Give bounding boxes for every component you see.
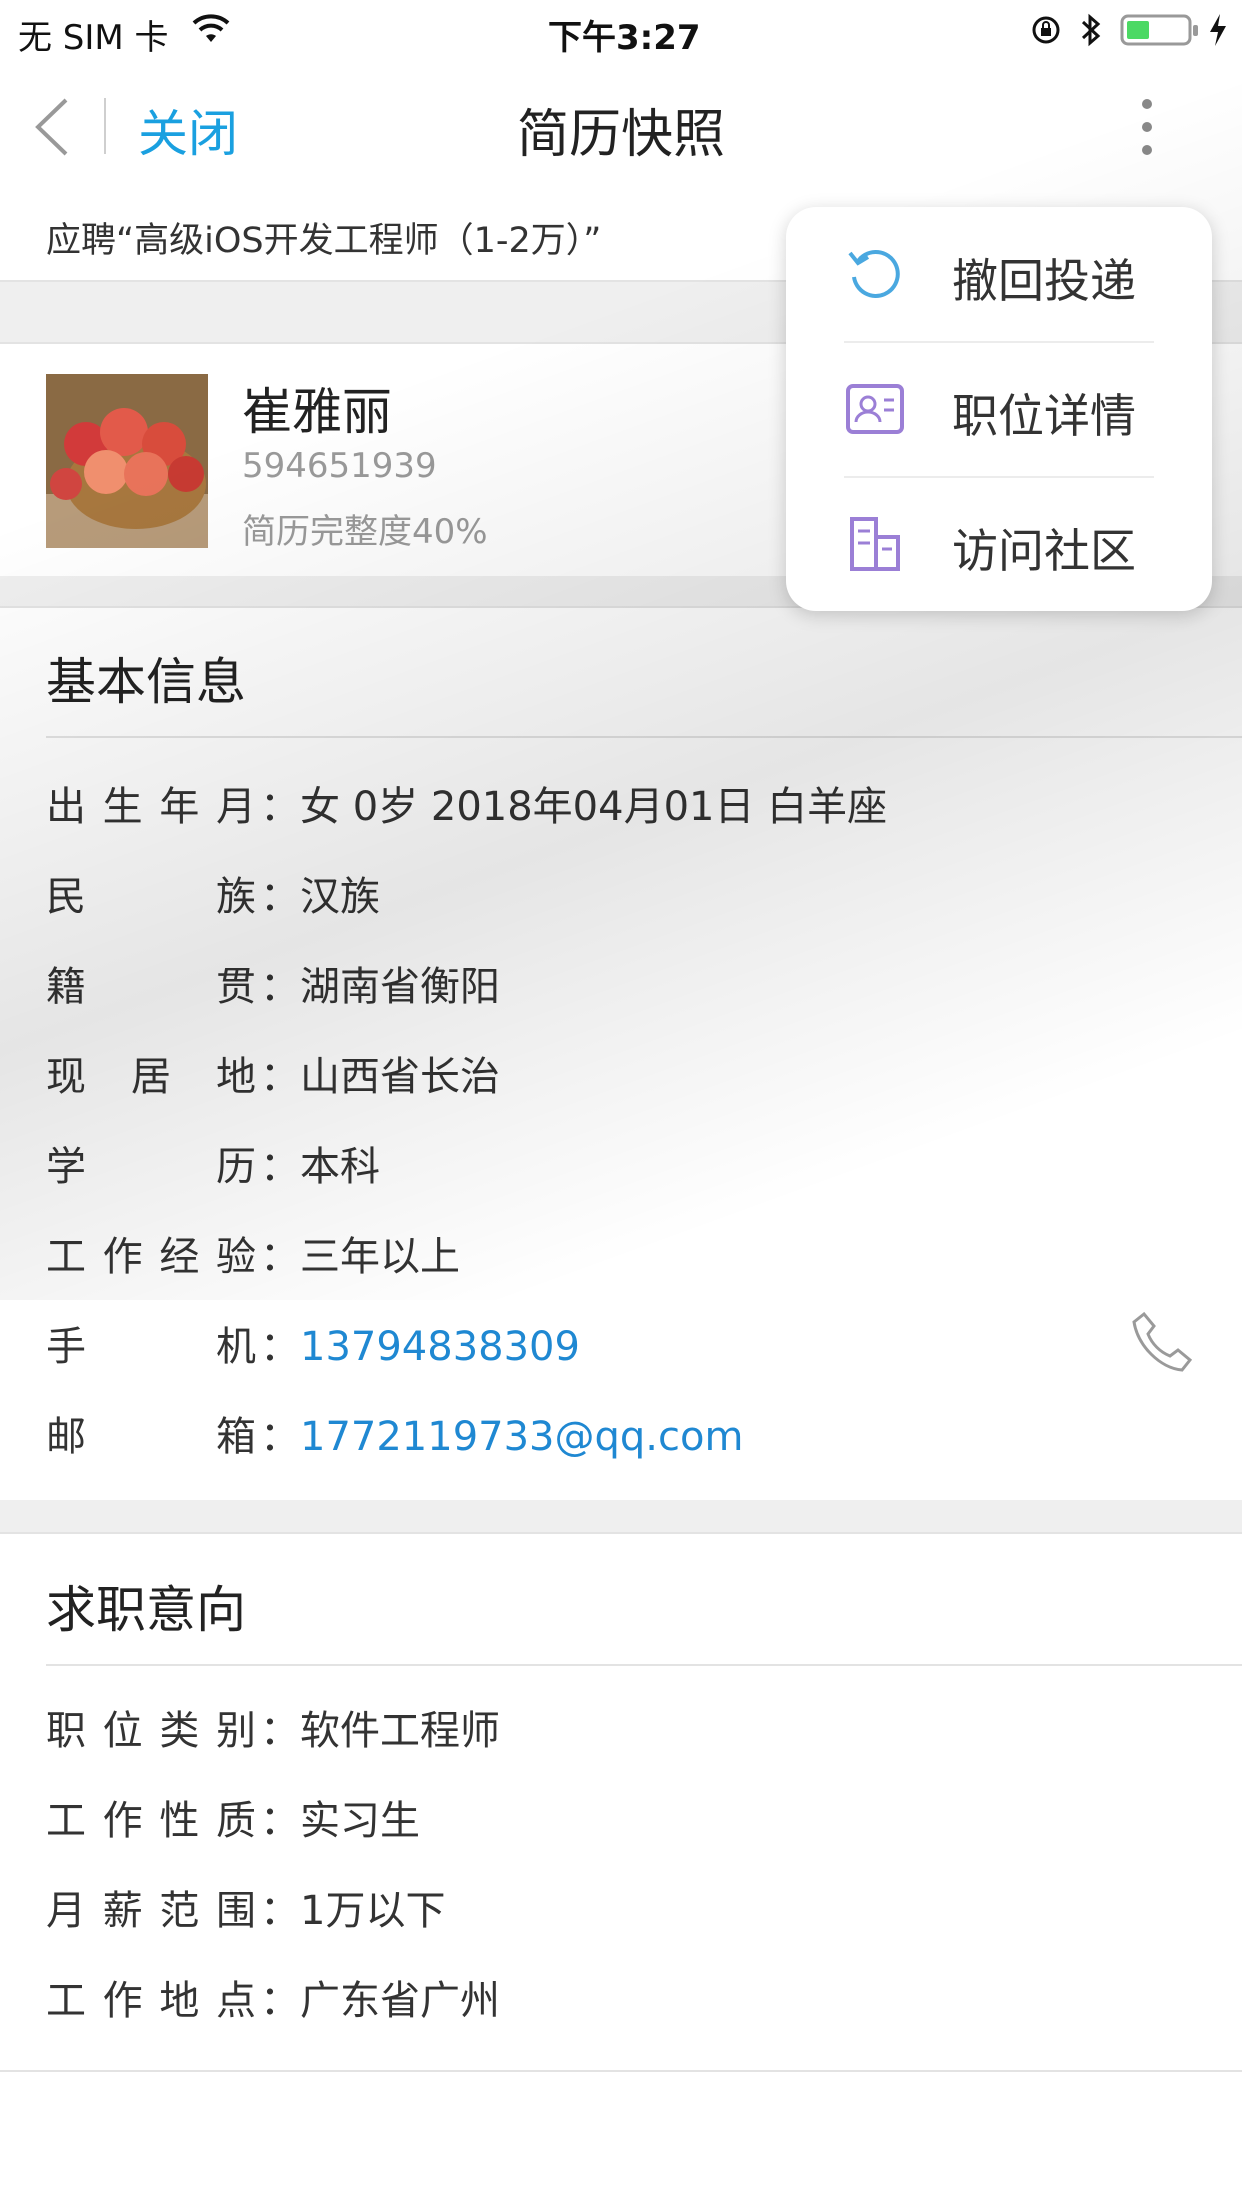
info-row-education: 学历 ：本科 [46,1144,380,1190]
status-bar: 无 SIM 卡 下午3:27 [0,0,1242,62]
orientation-lock-icon [1032,16,1060,44]
nav-bar: 关闭 简历快照 [0,62,1242,190]
bluetooth-icon [1081,13,1101,47]
section-title: 求职意向 [46,1581,246,1639]
intent-row-salary: 月薪范围 ：1万以下 [46,1888,446,1934]
id-card-icon [846,384,904,434]
menu-item-withdraw[interactable]: 撤回投递 [786,207,1212,341]
intent-row-location: 工作地点 ：广东省广州 [46,1978,500,2024]
phone-link[interactable]: 13794838309 [300,1324,580,1370]
divider [46,1664,1242,1666]
section-title: 基本信息 [46,653,246,711]
menu-item-community[interactable]: 访问社区 [786,477,1212,611]
popup-menu: 撤回投递 职位详情 访问社区 [786,207,1212,611]
info-row-birth: 出生年月 ：女 0岁 2018年04月01日 白羊座 [46,784,888,830]
page-title: 简历快照 [516,105,725,165]
info-row-experience: 工作经验 ：三年以上 [46,1234,460,1280]
info-row-phone: 手机 ：13794838309 [46,1324,580,1370]
intent-row-category: 职位类别 ：软件工程师 [46,1708,500,1754]
basic-info-section: 基本信息 出生年月 ：女 0岁 2018年04月01日 白羊座 民族 ：汉族 籍贯：… [0,606,1242,1502]
undo-icon [848,250,900,298]
job-intent-section: 求职意向 职位类别 ：软件工程师 工作性质 ：实习生 月薪范围 ：1万以下 工作地点：… [0,1532,1242,2072]
battery-icon [1120,14,1198,46]
wifi-icon [192,14,230,42]
info-row-residence: 现居地 ：山西省长治 [46,1054,500,1100]
status-time: 下午3:27 [548,18,701,58]
avatar [46,374,208,548]
charging-icon [1210,14,1226,46]
resume-completeness: 简历完整度40% [242,512,488,552]
email-link[interactable]: 1772119733@qq.com [300,1414,743,1460]
info-row-ethnicity: 民族 ：汉族 [46,874,380,920]
info-row-email: 邮箱 ：1772119733@qq.com [46,1414,744,1460]
section-gap [0,1500,1242,1532]
candidate-id: 594651939 [242,446,437,486]
building-icon [850,517,900,571]
intent-row-type: 工作性质 ：实习生 [46,1798,420,1844]
candidate-name: 崔雅丽 [242,383,392,441]
menu-item-job-detail[interactable]: 职位详情 [786,342,1212,476]
applied-position-text: 应聘“高级iOS开发工程师（1-2万）” [46,221,602,261]
more-vertical-icon[interactable] [1134,96,1160,158]
carrier-label: 无 SIM 卡 [18,18,169,58]
divider [46,736,1242,738]
info-row-hometown: 籍贯 ：湖南省衡阳 [46,964,500,1010]
phone-icon[interactable] [1130,1308,1196,1374]
